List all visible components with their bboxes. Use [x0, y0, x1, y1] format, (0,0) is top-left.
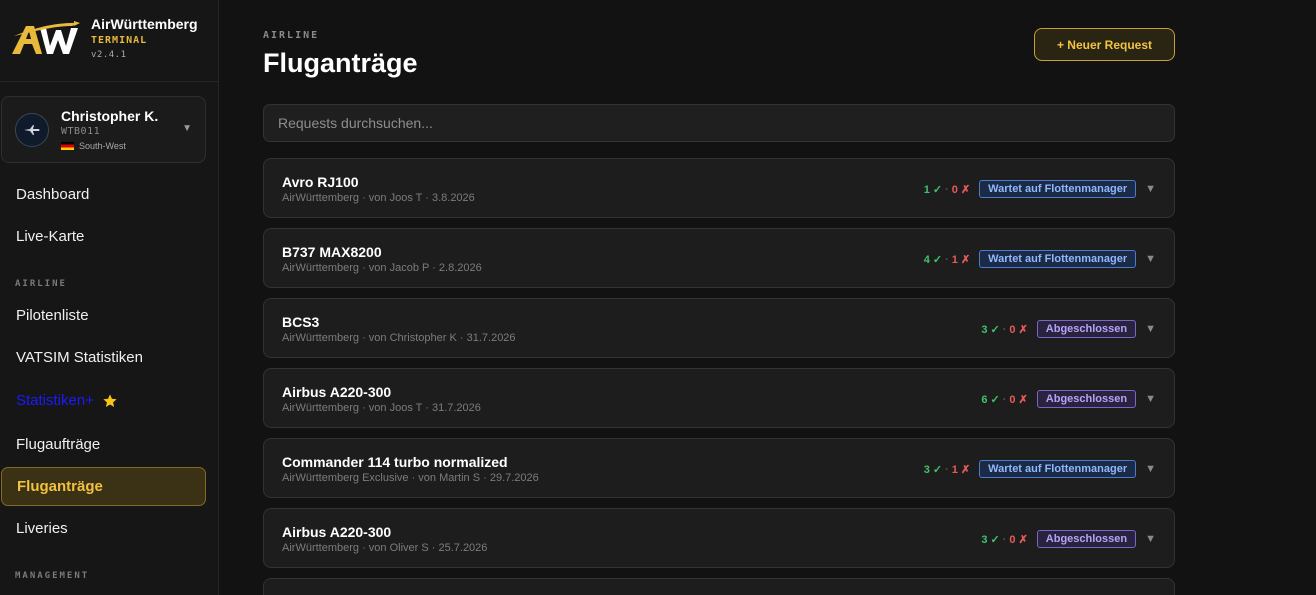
vote-yes: 3 ✓	[981, 533, 1000, 546]
nav-liveries[interactable]: Liveries	[16, 520, 68, 537]
page-title: Fluganträge	[263, 48, 418, 78]
chevron-down-icon[interactable]: ▼	[1145, 393, 1156, 405]
vote-count: 3 ✓ · 0 ✗	[981, 533, 1027, 546]
chevron-down-icon[interactable]: ▼	[1145, 253, 1156, 265]
status-badge: Wartet auf Flottenmanager	[979, 180, 1137, 198]
vote-yes: 1 ✓	[923, 183, 943, 196]
chevron-down-icon[interactable]: ▼	[1145, 183, 1156, 195]
vote-yes: 3 ✓	[923, 463, 943, 476]
airwuerttemberg-logo	[12, 21, 80, 54]
nav-live-map[interactable]: Live-Karte	[16, 228, 84, 245]
vote-count: 3 ✓ · 0 ✗	[981, 323, 1027, 336]
request-status-group: 3 ✓ · 0 ✗ Abgeschlossen ▼	[981, 320, 1156, 338]
vote-count: 4 ✓ · 1 ✗	[924, 253, 970, 266]
avatar	[15, 113, 49, 147]
request-title: Airbus A220-300	[282, 384, 392, 400]
vote-no: 0 ✗	[1009, 323, 1028, 336]
region-label: South-West	[79, 141, 126, 151]
page-eyebrow: AIRLINE	[263, 30, 320, 41]
user-switcher[interactable]: Christopher K. WTB011 South-West ▼	[1, 96, 206, 163]
request-meta: AirWürttemberg · von Jacob P · 2.8.2026	[282, 262, 482, 274]
request-title: BCS3	[282, 314, 320, 330]
status-badge: Wartet auf Flottenmanager	[979, 460, 1137, 478]
request-status-group: 4 ✓ · 1 ✗ Wartet auf Flottenmanager ▼	[924, 250, 1156, 268]
request-row[interactable]: Commander 114 turbo normalized AirWürtte…	[263, 438, 1175, 498]
status-badge: Abgeschlossen	[1036, 530, 1137, 548]
vote-count: 6 ✓ · 0 ✗	[981, 393, 1027, 406]
nav-pilots[interactable]: Pilotenliste	[16, 307, 89, 324]
airplane-icon	[24, 125, 40, 135]
vote-no: 0 ✗	[951, 183, 971, 196]
status-badge: Abgeschlossen	[1036, 320, 1137, 338]
chevron-down-icon[interactable]: ▼	[1145, 463, 1156, 475]
request-meta: AirWürttemberg · von Christopher K · 31.…	[282, 332, 516, 344]
nav-vatsim-stats[interactable]: VATSIM Statistiken	[16, 349, 143, 366]
user-callsign: WTB011	[61, 126, 101, 137]
request-status-group: 6 ✓ · 0 ✗ Abgeschlossen ▼	[981, 390, 1156, 408]
request-row[interactable]: B737 MAX8200 AirWürttemberg · von Jacob …	[263, 228, 1175, 288]
request-row[interactable]: Airbus A220-300 AirWürttemberg · von Oli…	[263, 508, 1175, 568]
vote-separator: ·	[945, 463, 949, 476]
request-row[interactable]: Avro RJ100 AirWürttemberg · von Joos T ·…	[263, 158, 1175, 218]
request-status-group: 1 ✓ · 0 ✗ Wartet auf Flottenmanager ▼	[924, 180, 1156, 198]
germany-flag-icon	[61, 142, 74, 150]
vote-yes: 6 ✓	[981, 393, 1000, 406]
vote-separator: ·	[1002, 323, 1007, 336]
chevron-down-icon: ▼	[182, 123, 192, 134]
user-name: Christopher K.	[61, 108, 159, 124]
request-title: Avro RJ100	[282, 174, 359, 190]
vote-no: 0 ✗	[1009, 393, 1028, 406]
vote-separator: ·	[945, 183, 949, 196]
brand-header: AirWürttemberg TERMINAL v2.4.1	[0, 0, 218, 82]
vote-no: 1 ✗	[951, 463, 971, 476]
nav-stats-plus-label: Statistiken+	[16, 392, 94, 409]
nav-flight-requests[interactable]: Fluganträge	[1, 467, 206, 506]
nav-section-airline: AIRLINE	[15, 279, 67, 289]
vote-no: 1 ✗	[951, 253, 971, 266]
request-title: B737 MAX8200	[282, 244, 382, 260]
vote-separator: ·	[945, 253, 949, 266]
vote-count: 1 ✓ · 0 ✗	[924, 183, 970, 196]
new-request-button[interactable]: + Neuer Request	[1034, 28, 1175, 61]
brand-name: AirWürttemberg	[91, 16, 198, 32]
request-status-group: 3 ✓ · 0 ✗ Abgeschlossen ▼	[981, 530, 1156, 548]
request-list: Avro RJ100 AirWürttemberg · von Joos T ·…	[263, 158, 1175, 595]
request-row[interactable]: BCS3 AirWürttemberg · von Christopher K …	[263, 298, 1175, 358]
request-meta: AirWürttemberg · von Joos T · 31.7.2026	[282, 402, 481, 414]
vote-yes: 3 ✓	[981, 323, 1000, 336]
search-input[interactable]	[263, 104, 1175, 142]
user-region: South-West	[61, 141, 126, 151]
request-meta: AirWürttemberg Exclusive · von Martin S …	[282, 472, 539, 484]
chevron-down-icon[interactable]: ▼	[1145, 323, 1156, 335]
request-meta: AirWürttemberg · von Joos T · 3.8.2026	[282, 192, 475, 204]
request-status-group: 3 ✓ · 1 ✗ Wartet auf Flottenmanager ▼	[924, 460, 1156, 478]
nav-flight-orders[interactable]: Flugaufträge	[16, 436, 100, 453]
vote-separator: ·	[1002, 393, 1007, 406]
request-title: Commander 114 turbo normalized	[282, 454, 508, 470]
request-row[interactable]: Airbus A220-300 AirWürttemberg · von Joo…	[263, 368, 1175, 428]
nav-section-management: MANAGEMENT	[15, 571, 90, 581]
chevron-down-icon[interactable]: ▼	[1145, 533, 1156, 545]
sidebar: AirWürttemberg TERMINAL v2.4.1 Christoph…	[0, 0, 219, 595]
vote-count: 3 ✓ · 1 ✗	[924, 463, 970, 476]
nav-dashboard[interactable]: Dashboard	[16, 186, 89, 203]
request-row[interactable]	[263, 578, 1175, 595]
nav-stats-plus[interactable]: Statistiken+	[16, 392, 118, 409]
vote-separator: ·	[1002, 533, 1007, 546]
vote-no: 0 ✗	[1009, 533, 1028, 546]
brand-subtitle: TERMINAL	[91, 35, 148, 46]
star-icon	[103, 393, 117, 407]
request-meta: AirWürttemberg · von Oliver S · 25.7.202…	[282, 542, 488, 554]
vote-yes: 4 ✓	[923, 253, 943, 266]
status-badge: Wartet auf Flottenmanager	[979, 250, 1137, 268]
app-version: v2.4.1	[91, 50, 127, 60]
status-badge: Abgeschlossen	[1036, 390, 1137, 408]
request-title: Airbus A220-300	[282, 524, 392, 540]
